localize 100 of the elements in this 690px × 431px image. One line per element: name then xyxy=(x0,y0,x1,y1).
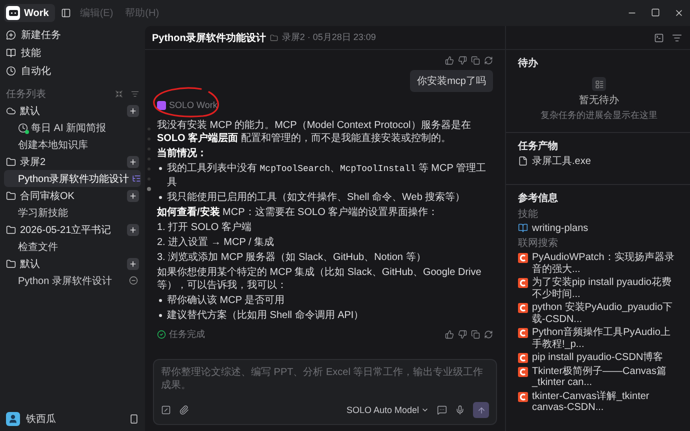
section-label: 任务列表 xyxy=(6,88,46,101)
add-button[interactable] xyxy=(127,104,139,116)
refresh-icon[interactable] xyxy=(484,330,493,339)
close-icon[interactable] xyxy=(674,8,684,18)
plus-icon xyxy=(129,192,137,200)
add-button[interactable] xyxy=(127,190,139,202)
paragraph: 3. 浏览或添加 MCP 服务器（如 Slack、GitHub、Notion 等） xyxy=(157,251,427,264)
file-item[interactable]: 录屏工具.exe xyxy=(518,156,680,168)
folder-icon xyxy=(6,224,16,234)
terminal-icon[interactable] xyxy=(654,32,664,42)
file-icon xyxy=(518,156,528,166)
nav-item[interactable]: 自动化 xyxy=(4,62,141,80)
thumbs-up-icon[interactable] xyxy=(445,330,454,339)
site-logo-icon xyxy=(518,328,528,338)
list-item: 我的工具列表中没有 McpToolSearch、McpToolInstall 等 MCP 管理工具 xyxy=(167,162,488,189)
search-result[interactable]: tkinter-Canvas详解_tkinter canvas-CSDN... xyxy=(518,390,680,414)
list-item: 帮你确认该 MCP 是否可用 xyxy=(167,294,285,307)
search-result[interactable]: PyAudioWPatch：实现扬声器录音的强大... xyxy=(518,252,680,275)
bullet-icon xyxy=(159,314,162,317)
site-logo-icon xyxy=(518,392,528,402)
mic-icon[interactable] xyxy=(455,405,465,415)
chat-title: Python录屏软件功能设计 xyxy=(152,32,266,44)
add-button[interactable] xyxy=(127,224,139,236)
caret-icon xyxy=(421,406,429,414)
book-icon xyxy=(518,222,528,232)
thumbs-up-icon[interactable] xyxy=(445,56,454,65)
empty-hint: 复杂任务的进展会显示在这里 xyxy=(540,109,658,122)
paragraph: 1. 打开 SOLO 客户端 xyxy=(157,221,252,234)
send-button[interactable] xyxy=(473,402,489,418)
search-result[interactable]: python 安装PyAudio_pyaudio下载-CSDN... xyxy=(518,302,680,325)
todo-icon xyxy=(592,77,606,91)
paragraph: 如果你想使用某个特定的 MCP 集成（比如 Slack、GitHub、Google Drive 等），可以告诉我，我可以： xyxy=(157,266,482,292)
search-result[interactable]: 为了安装pip install pyaudio花费不少时间... xyxy=(518,277,680,300)
section-title: 待办 xyxy=(518,56,539,70)
copy-icon[interactable] xyxy=(471,330,480,339)
app-tab[interactable]: Work xyxy=(4,4,55,22)
copy-icon[interactable] xyxy=(471,56,480,65)
model-selector[interactable]: SOLO Auto Model xyxy=(346,405,429,415)
site-logo-icon xyxy=(518,303,528,313)
nav-item[interactable]: 新建任务 xyxy=(4,26,141,44)
nav-item[interactable]: 技能 xyxy=(4,44,141,62)
site-logo-icon xyxy=(518,366,528,376)
sidebar-toggle-icon[interactable] xyxy=(60,8,71,18)
subsection-label: 联网搜索 xyxy=(518,236,559,250)
folder-icon xyxy=(6,190,16,200)
cloud-icon xyxy=(6,106,16,116)
task-item[interactable]: Python 录屏软件设计 xyxy=(4,272,141,289)
paragraph: 如何查看/安装 MCP：这需要在 SOLO 客户端的设置界面操作： xyxy=(157,206,440,219)
task-item[interactable]: 检查文件 xyxy=(4,238,141,255)
add-button[interactable] xyxy=(127,156,139,168)
collapse-icon[interactable] xyxy=(115,90,123,98)
heading: 当前情况： xyxy=(157,147,208,160)
arrow-up-icon xyxy=(476,406,486,414)
message-nav-drawing xyxy=(146,126,152,192)
command-icon[interactable] xyxy=(161,405,171,415)
task-item[interactable]: 学习新技能 xyxy=(4,204,141,221)
search-result[interactable]: pip install pyaudio-CSDN博客 xyxy=(518,352,680,364)
list-item: 我只能使用已启用的工具（如文件操作、Shell 命令、Web 搜索等） xyxy=(167,191,466,204)
phone-icon[interactable] xyxy=(129,414,139,424)
subsection-label: 技能 xyxy=(518,208,539,220)
list-item: 建议替代方案（比如用 Shell 命令调用 API） xyxy=(167,309,364,322)
add-button[interactable] xyxy=(127,258,139,270)
user-message: 你安装mcp了吗 xyxy=(410,70,493,92)
task-group[interactable]: 合同审核OK xyxy=(4,187,141,204)
message-input[interactable]: 帮你整理论文综述、编写 PPT、分析 Excel 等日常工作，输出专业级工作成果。 SOLO Auto Model xyxy=(153,359,497,425)
filter-icon[interactable] xyxy=(131,90,139,98)
thumbs-down-icon[interactable] xyxy=(458,330,467,339)
task-group[interactable]: 默认 xyxy=(4,255,141,272)
list-icon[interactable] xyxy=(672,32,682,42)
task-item[interactable]: 每日 AI 新闻简报 xyxy=(4,119,141,136)
assistant-logo-icon xyxy=(157,100,166,110)
plus-icon xyxy=(129,106,137,114)
task-item[interactable]: 创建本地知识库 xyxy=(4,136,141,153)
plus-icon xyxy=(129,226,137,234)
attach-icon[interactable] xyxy=(179,405,189,415)
thumbs-down-icon[interactable] xyxy=(458,56,467,65)
task-item[interactable]: Python录屏软件功能设计 xyxy=(4,170,141,187)
search-result[interactable]: Tkinter极简例子——Canvas篇_tkinter can... xyxy=(518,366,680,388)
section-title: 参考信息 xyxy=(518,192,559,204)
refresh-icon[interactable] xyxy=(484,56,493,65)
plus-icon xyxy=(129,260,137,268)
bullet-icon xyxy=(159,299,162,302)
task-group[interactable]: 默认 xyxy=(4,102,141,119)
paragraph: 2. 进入设置 → MCP / 集成 xyxy=(157,236,276,249)
outline-icon[interactable] xyxy=(132,174,142,183)
plus-icon xyxy=(129,158,137,166)
chat-icon[interactable] xyxy=(437,405,447,415)
site-logo-icon xyxy=(518,353,528,363)
status-text: 任务完成 xyxy=(169,328,205,341)
remove-icon[interactable] xyxy=(129,276,138,285)
task-group[interactable]: 录屏2 xyxy=(4,153,141,170)
paragraph: 我没有安装 MCP 的能力。MCP（Model Context Protocol）服务器是在 SOLO 客户端层面 配置和管理的，而不是我能直接安装或控制的。 xyxy=(157,119,472,145)
skill-item[interactable]: writing-plans xyxy=(518,222,680,234)
task-group[interactable]: 2026-05-21立平书记 xyxy=(4,221,141,238)
check-icon xyxy=(157,330,166,339)
avatar-icon[interactable] xyxy=(6,412,20,426)
maximize-icon[interactable] xyxy=(651,8,660,17)
search-result[interactable]: Python音频操作工具PyAudio上手教程!_p... xyxy=(518,327,680,350)
site-logo-icon xyxy=(518,278,528,288)
chat-meta: 录屏2 · 05月28日 23:09 xyxy=(282,31,376,44)
